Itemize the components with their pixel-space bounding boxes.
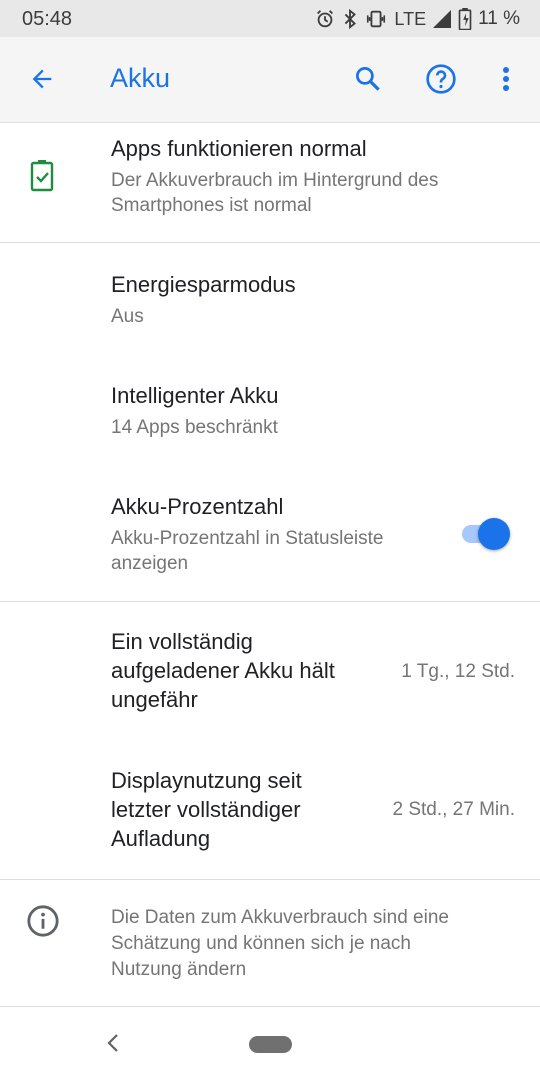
nav-back-icon [106,1033,120,1058]
screen-usage-title-line3: Aufladung [111,826,211,851]
status-time: 05:48 [22,8,73,30]
app-bar: Akku [0,37,540,123]
full-charge-value: 1 Tg., 12 Std. [401,661,515,682]
home-pill-icon[interactable] [249,1036,292,1053]
more-vert-icon [502,66,510,97]
full-charge-title-line1: Ein vollständig [111,629,253,654]
divider [0,1006,540,1007]
info-icon [26,904,60,943]
full-charge-title-line2: aufgeladener Akku hält [111,658,335,683]
back-arrow-icon [28,65,56,98]
battery-charging-icon [458,8,472,30]
help-icon [425,63,457,100]
battery-status-subtitle-line2: Smartphones ist normal [111,195,312,216]
battery-check-icon [30,160,54,197]
help-button[interactable] [417,57,465,105]
battery-percentage-subtitle-line2: anzeigen [111,553,189,574]
full-charge-title-line3: ungefähr [111,687,198,712]
info-text-line1: Die Daten zum Akkuverbrauch sind eine [111,907,449,928]
info-text: Die Daten zum Akkuverbrauch sind eine Sc… [111,905,511,983]
screen-usage-title-line2: letzter vollständiger [111,797,301,822]
battery-status-title: Apps funktionieren normal [111,136,367,161]
battery-percentage-title: Akku-Prozentzahl [111,494,284,519]
toggle-knob [478,518,510,550]
vibrate-icon [364,8,388,30]
more-options-button[interactable] [488,57,524,105]
search-button[interactable] [344,57,392,105]
screen-usage-title-line1: Displaynutzung seit [111,768,302,793]
battery-percentage-subtitle-line1: Akku-Prozentzahl in Statusleiste [111,528,384,549]
screen-usage-value: 2 Std., 27 Min. [392,799,515,820]
page-title: Akku [110,63,171,93]
nav-back-button[interactable] [98,1032,128,1058]
battery-percentage-toggle[interactable] [458,516,514,550]
network-type: LTE [394,8,427,29]
adaptive-battery-status: 14 Apps beschränkt [111,417,278,438]
search-icon [353,64,383,99]
divider [0,879,540,880]
alarm-icon [314,8,336,30]
info-text-line3: Nutzung ändern [111,959,247,980]
status-bar: 05:48 LTE 11 % [0,0,540,37]
battery-saver-status: Aus [111,306,144,327]
adaptive-battery-title: Intelligenter Akku [111,383,279,408]
status-icons: LTE 11 % [314,6,520,32]
battery-status-subtitle-line1: Der Akkuverbrauch im Hintergrund des [111,170,439,191]
back-button[interactable] [18,57,66,105]
signal-icon [432,9,452,29]
bluetooth-icon [342,8,358,30]
info-text-line2: Schätzung und können sich je nach [111,933,411,954]
battery-percent: 11 % [478,8,520,29]
battery-saver-title: Energiesparmodus [111,272,296,297]
navigation-bar [0,1010,540,1080]
